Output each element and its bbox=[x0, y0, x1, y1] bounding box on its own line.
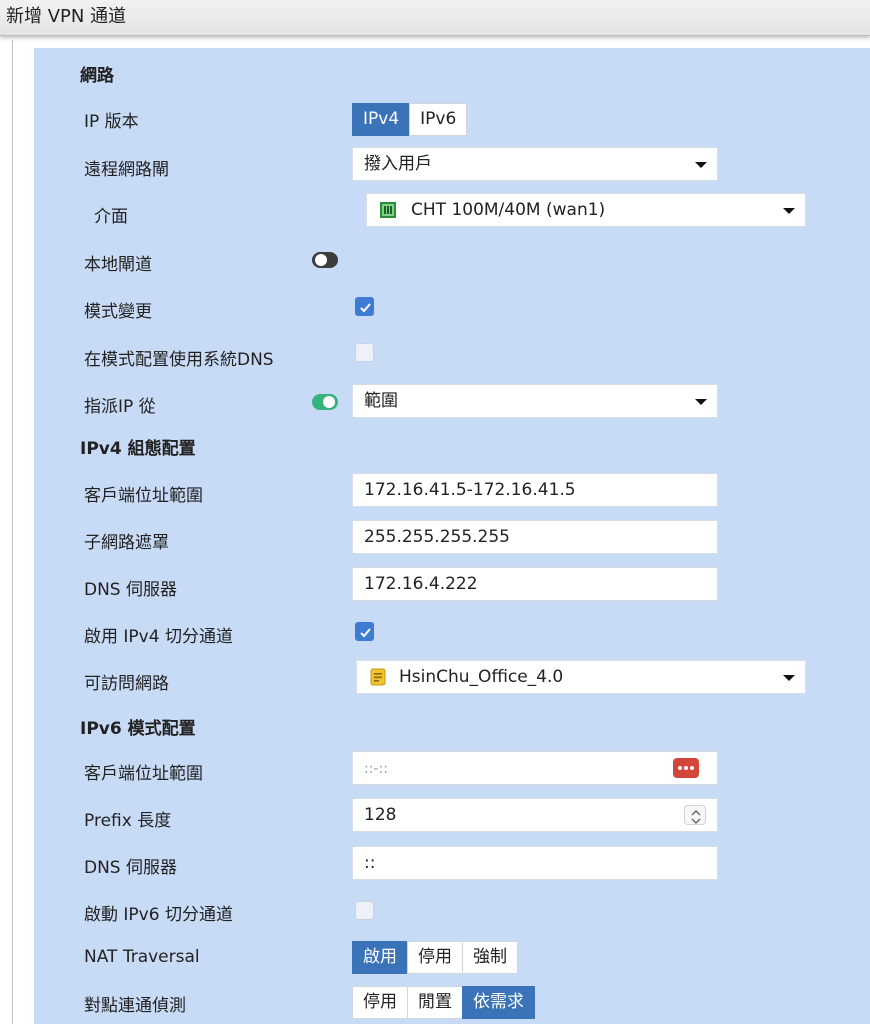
network-port-icon bbox=[380, 202, 396, 218]
ipv6-dns-label: DNS 伺服器 bbox=[84, 858, 178, 878]
mode-config-checkbox[interactable] bbox=[355, 297, 374, 316]
nat-traversal-forced[interactable]: 強制 bbox=[462, 941, 518, 974]
ipv6-client-range-label: 客戶端位址範圍 bbox=[84, 764, 203, 784]
dpd-disable[interactable]: 停用 bbox=[352, 986, 408, 1019]
interface-select[interactable]: CHT 100M/40M (wan1) bbox=[366, 193, 806, 227]
use-system-dns-checkbox[interactable] bbox=[355, 343, 374, 362]
ip-version-ipv6[interactable]: IPv6 bbox=[409, 103, 468, 136]
assign-ip-toggle[interactable] bbox=[312, 394, 338, 410]
ip-version-label: IP 版本 bbox=[84, 112, 139, 132]
ipv4-dns-input[interactable]: 172.16.4.222 bbox=[352, 567, 718, 601]
ipv4-client-range-label: 客戶端位址範圍 bbox=[84, 486, 203, 506]
mode-config-label: 模式變更 bbox=[84, 302, 152, 322]
stepper-icon[interactable] bbox=[684, 805, 706, 825]
window-title: 新增 VPN 通道 bbox=[0, 0, 870, 36]
ipv4-split-tunnel-checkbox[interactable] bbox=[355, 622, 374, 641]
section-ipv6: IPv6 模式配置 bbox=[80, 719, 196, 739]
ipv4-subnet-mask-input[interactable]: 255.255.255.255 bbox=[352, 520, 718, 554]
ipv6-prefix-label: Prefix 長度 bbox=[84, 811, 172, 831]
assign-ip-label: 指派IP 從 bbox=[84, 397, 156, 417]
ipv4-client-range-input[interactable]: 172.16.41.5-172.16.41.5 bbox=[352, 473, 718, 507]
interface-label: 介面 bbox=[94, 207, 128, 227]
interface-value: CHT 100M/40M (wan1) bbox=[411, 200, 606, 220]
nat-traversal-disable[interactable]: 停用 bbox=[407, 941, 463, 974]
section-network: 網路 bbox=[80, 66, 114, 86]
remote-gateway-value: 撥入用戶 bbox=[364, 154, 432, 174]
accessible-networks-select[interactable]: HsinChu_Office_4.0 bbox=[356, 660, 806, 694]
assign-ip-value: 範圍 bbox=[364, 391, 398, 411]
ipv6-split-tunnel-checkbox[interactable] bbox=[355, 901, 374, 920]
ipv6-client-range-input[interactable]: ::-:: bbox=[352, 751, 718, 785]
dpd-label: 對點連通偵測 bbox=[84, 996, 186, 1016]
ipv4-split-tunnel-label: 啟用 IPv4 切分通道 bbox=[84, 627, 233, 647]
dpd-on-demand[interactable]: 依需求 bbox=[462, 986, 535, 1019]
remote-gateway-select[interactable]: 撥入用戶 bbox=[352, 147, 718, 181]
address-object-icon bbox=[370, 668, 386, 686]
dpd-selector: 停用 閒置 依需求 bbox=[352, 986, 535, 1019]
section-ipv4: IPv4 組態配置 bbox=[80, 439, 196, 459]
assign-ip-select[interactable]: 範圍 bbox=[352, 384, 718, 418]
chevron-down-icon bbox=[695, 162, 707, 168]
accessible-networks-label: 可訪問網路 bbox=[84, 674, 169, 694]
dpd-idle[interactable]: 閒置 bbox=[407, 986, 463, 1019]
remote-gateway-label: 遠程網路閘 bbox=[84, 160, 169, 180]
ipv4-subnet-mask-label: 子網路遮罩 bbox=[84, 533, 169, 553]
checkmark-icon bbox=[360, 303, 371, 313]
ipv6-dns-input[interactable]: :: bbox=[352, 846, 718, 880]
nat-traversal-selector: 啟用 停用 強制 bbox=[352, 941, 518, 974]
chevron-down-icon bbox=[783, 208, 795, 214]
more-options-icon[interactable] bbox=[673, 758, 699, 778]
ipv6-prefix-value: 128 bbox=[364, 805, 397, 825]
ipv4-dns-label: DNS 伺服器 bbox=[84, 580, 178, 600]
local-gateway-label: 本地閘道 bbox=[84, 255, 152, 275]
use-system-dns-label: 在模式配置使用系統DNS bbox=[84, 350, 274, 370]
ip-version-selector: IPv4 IPv6 bbox=[352, 103, 468, 136]
left-border bbox=[12, 40, 13, 1024]
ipv6-split-tunnel-label: 啟動 IPv6 切分通道 bbox=[84, 905, 233, 925]
chevron-down-icon bbox=[783, 675, 795, 681]
chevron-down-icon bbox=[695, 399, 707, 405]
ip-version-ipv4[interactable]: IPv4 bbox=[352, 103, 411, 136]
accessible-networks-value: HsinChu_Office_4.0 bbox=[399, 667, 564, 687]
checkmark-icon bbox=[360, 628, 371, 638]
nat-traversal-label: NAT Traversal bbox=[84, 947, 200, 967]
local-gateway-toggle[interactable] bbox=[312, 252, 338, 268]
ipv6-prefix-input[interactable]: 128 bbox=[352, 798, 718, 832]
nat-traversal-enable[interactable]: 啟用 bbox=[352, 941, 408, 974]
ipv6-client-range-placeholder: ::-:: bbox=[364, 761, 388, 777]
